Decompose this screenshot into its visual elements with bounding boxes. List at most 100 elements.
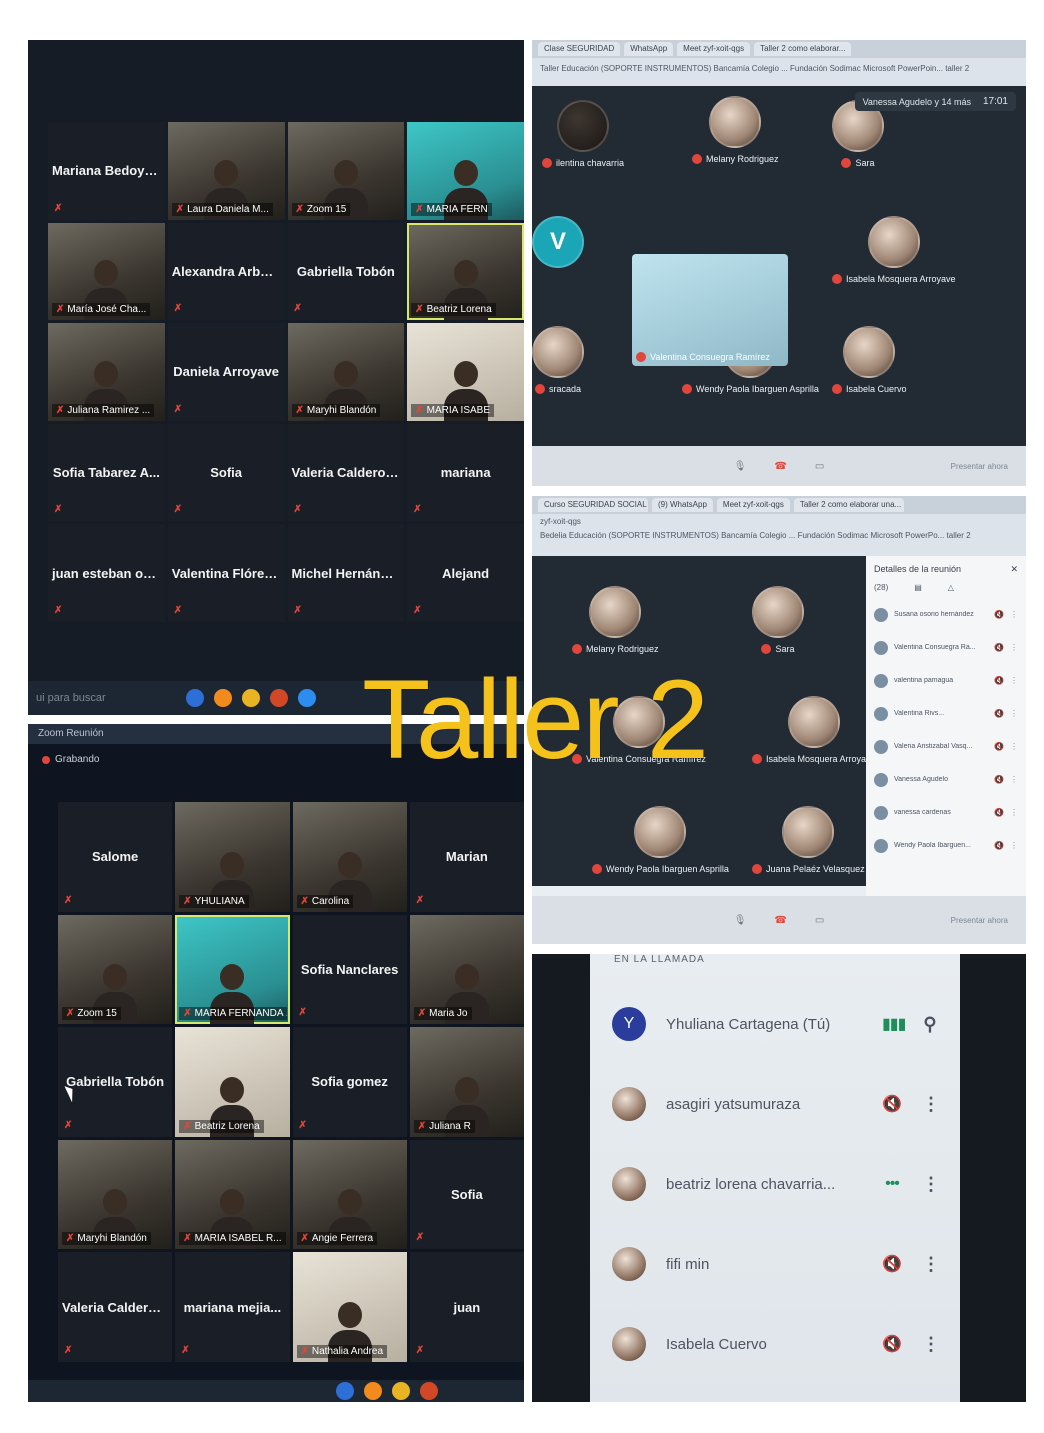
more-options-icon[interactable]: ⋮	[922, 1254, 940, 1275]
browser-tab[interactable]: Curso SEGURIDAD SOCIAL E...	[538, 498, 648, 512]
powerpoint-icon[interactable]	[270, 689, 288, 707]
present-now-button[interactable]: Presentar ahora	[951, 462, 1008, 471]
participant-tile[interactable]: Isabela Mosquera Arroyave	[832, 216, 956, 284]
participant-tile[interactable]: ✗ YHULIANA	[175, 802, 290, 912]
more-options-icon[interactable]: ⋮	[1010, 841, 1018, 850]
more-options-icon[interactable]: ⋮	[1010, 709, 1018, 718]
chrome-icon[interactable]	[242, 689, 260, 707]
participant-tile[interactable]: Gabriella Tobón ✗	[58, 1027, 173, 1137]
pin-icon[interactable]: ⚲	[922, 1014, 938, 1035]
participant-tile[interactable]: ✗ Nathalia Andrea	[292, 1252, 407, 1362]
more-options-icon[interactable]: ⋮	[1010, 742, 1018, 751]
participant-tile[interactable]: ✗ María José Cha...	[48, 222, 165, 321]
participant-tile[interactable]: ✗ Zoom 15	[58, 914, 173, 1025]
participant-row[interactable]: Valentina Consuegra Ra... 🔇 ⋮	[874, 631, 1018, 664]
more-options-icon[interactable]: ⋮	[1010, 808, 1018, 817]
participant-tile[interactable]: ✗ Laura Daniela M...	[167, 122, 285, 220]
activities-icon[interactable]: △	[948, 583, 954, 592]
participant-tile[interactable]: mariana ✗	[407, 423, 524, 522]
browser-icon[interactable]	[336, 1382, 354, 1400]
firefox-icon[interactable]	[364, 1382, 382, 1400]
participant-tile[interactable]: ✗ MARIA FERNANDA ...	[175, 914, 290, 1025]
participant-tile[interactable]: ✗ MARIA ISABEL R...	[175, 1139, 290, 1250]
participant-tile[interactable]: Isabela Mosquera Arroyave	[752, 696, 876, 764]
participant-tile[interactable]: ✗ Carolina	[292, 802, 407, 912]
participant-tile[interactable]: V	[532, 216, 584, 268]
powerpoint-icon[interactable]	[420, 1382, 438, 1400]
participant-row[interactable]: valentina pamagua 🔇 ⋮	[874, 664, 1018, 697]
participant-tile[interactable]: Alejand ✗	[407, 524, 524, 622]
participant-tile[interactable]: ✗ MARIA ISABE	[407, 323, 524, 421]
participant-row[interactable]: Isabela Cuervo 🔇 ⋮	[590, 1304, 960, 1384]
participant-row[interactable]: fifi min 🔇 ⋮	[590, 1224, 960, 1304]
participant-tile[interactable]: ✗ Angie Ferrera	[292, 1139, 407, 1250]
participant-tile[interactable]: Melany Rodriguez	[692, 96, 779, 164]
participant-row[interactable]: beatriz lorena chavarria... ••• ⋮	[590, 1144, 960, 1224]
participant-tile[interactable]: Sofia ✗	[167, 423, 285, 522]
participant-tile[interactable]: ✗ Juliana Ramirez ...	[48, 323, 165, 421]
people-count[interactable]: (28)	[874, 583, 888, 592]
chat-icon[interactable]: ▤	[914, 583, 922, 592]
more-options-icon[interactable]: ⋮	[1010, 610, 1018, 619]
featured-participant[interactable]: Valentina Consuegra Ramírez	[632, 254, 788, 366]
participant-tile[interactable]: Juana Pelaéz Velasquez	[752, 806, 865, 874]
taskbar-search[interactable]: ui para buscar	[36, 692, 176, 704]
participant-tile[interactable]: sracada	[532, 326, 584, 394]
hangup-icon[interactable]: ☎	[774, 915, 786, 926]
participant-tile[interactable]: Sofia Nanclares ✗	[292, 914, 407, 1025]
more-options-icon[interactable]: ⋮	[1010, 643, 1018, 652]
chrome-icon[interactable]	[392, 1382, 410, 1400]
participant-row[interactable]: Valentina Rivs... 🔇 ⋮	[874, 697, 1018, 730]
zoom-icon[interactable]	[298, 689, 316, 707]
participant-row[interactable]: Wendy Paola Ibarguen... 🔇 ⋮	[874, 829, 1018, 862]
participant-tile[interactable]: juan esteban oc... ✗	[48, 524, 165, 622]
mic-icon[interactable]: 🎙	[734, 461, 747, 472]
participant-tile[interactable]: Sara	[752, 586, 804, 654]
participant-tile[interactable]: mariana mejia... ✗	[175, 1252, 290, 1362]
participant-tile[interactable]: Sofia ✗	[409, 1139, 524, 1250]
participant-row[interactable]: Susana osorio hernández 🔇 ⋮	[874, 598, 1018, 631]
participant-tile[interactable]: ✗ Maryhi Blandón	[287, 323, 405, 421]
mic-icon[interactable]: 🎙	[734, 915, 747, 926]
participant-tile[interactable]: Valentina Flórez... ✗	[167, 524, 285, 622]
browser-tab[interactable]: Taller 2 como elaborar una...	[793, 498, 904, 512]
camera-icon[interactable]: ▭	[815, 915, 824, 926]
close-icon[interactable]: ✕	[1010, 564, 1018, 575]
participant-tile[interactable]: Wendy Paola Ibarguen Asprilla	[592, 806, 729, 874]
browser-tab[interactable]: Meet zyf-xoit-qgs	[677, 42, 751, 56]
participant-tile[interactable]: Mariana Bedoya... ✗	[48, 122, 165, 220]
participant-row[interactable]: asagiri yatsumuraza 🔇 ⋮	[590, 1064, 960, 1144]
participant-tile[interactable]: Valeria Calderon... ✗	[58, 1252, 173, 1362]
participant-tile[interactable]: ✗ Beatriz Lorena	[407, 222, 524, 321]
more-options-icon[interactable]: ⋮	[922, 1334, 940, 1355]
browser-tab[interactable]: WhatsApp	[624, 42, 674, 56]
participant-tile[interactable]: ✗ Maria Jo	[409, 914, 524, 1025]
participant-row[interactable]: Y Yhuliana Cartagena (Tú) ▮▮▮ ⚲	[590, 984, 960, 1064]
browser-tab[interactable]: (9) WhatsApp	[652, 498, 713, 512]
participant-tile[interactable]: Daniela Arroyave ✗	[167, 323, 285, 421]
participant-row[interactable]: Valeria Aristizabal Vasq... 🔇 ⋮	[874, 730, 1018, 763]
participant-tile[interactable]: ✗ Maryhi Blandón	[58, 1139, 173, 1250]
participant-row[interactable]: vanessa cardenas 🔇 ⋮	[874, 796, 1018, 829]
more-options-icon[interactable]: ⋮	[922, 1094, 940, 1115]
participant-tile[interactable]: Valeria Calderon... ✗	[287, 423, 405, 522]
participant-tile[interactable]: Sofia Tabarez A... ✗	[48, 423, 165, 522]
firefox-icon[interactable]	[214, 689, 232, 707]
participant-tile[interactable]: Isabela Cuervo	[832, 326, 907, 394]
participant-tile[interactable]: Salome ✗	[58, 802, 173, 912]
participant-tile[interactable]: Melany Rodriguez	[572, 586, 659, 654]
hangup-icon[interactable]: ☎	[774, 461, 786, 472]
browser-tab[interactable]: Clase SEGURIDAD	[538, 42, 621, 56]
participant-row[interactable]: Vanessa Agudelo 🔇 ⋮	[874, 763, 1018, 796]
participant-tile[interactable]: ✗ Beatriz Lorena	[175, 1027, 290, 1137]
address-bar[interactable]: zyf-xoit-qgs	[532, 514, 1026, 529]
participant-tile[interactable]: ✗ Zoom 15	[287, 122, 405, 220]
browser-tab[interactable]: Meet zyf-xoit-qgs	[716, 498, 790, 512]
participant-tile[interactable]: ✗ Juliana R	[409, 1027, 524, 1137]
participant-tile[interactable]: Marian ✗	[409, 802, 524, 912]
browser-icon[interactable]	[186, 689, 204, 707]
participant-tile[interactable]: ✗ MARIA FERN	[407, 122, 524, 220]
participant-tile[interactable]: Alexandra Arbol... ✗	[167, 222, 285, 321]
more-options-icon[interactable]: ⋮	[922, 1174, 940, 1195]
participant-tile[interactable]: Gabriella Tobón ✗	[287, 222, 405, 321]
